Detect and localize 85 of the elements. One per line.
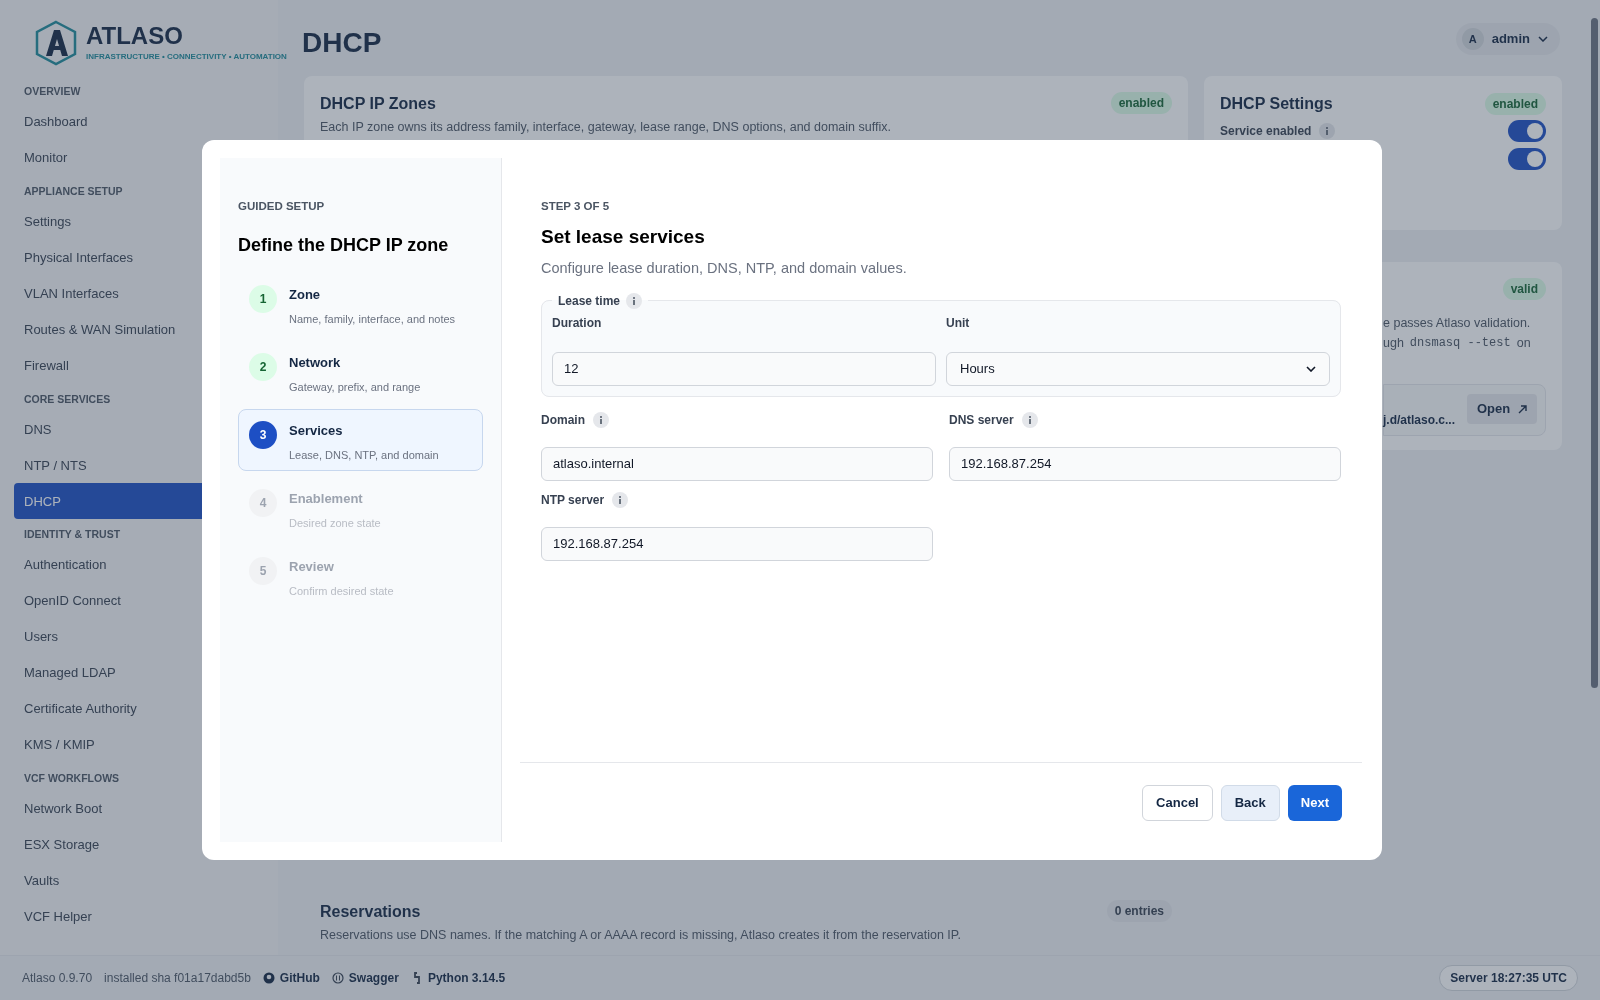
step-number: 3 xyxy=(249,421,277,450)
toggle-switch[interactable] xyxy=(1508,148,1546,170)
field-label: Unit xyxy=(946,314,971,332)
dialog-button[interactable]: Cancel xyxy=(1142,784,1213,821)
step-number: 1 xyxy=(249,285,277,314)
dialog-button[interactable]: Back xyxy=(1220,784,1280,821)
info-icon[interactable] xyxy=(626,292,643,309)
section-description: Configure lease duration, DNS, NTP, and domain values. xyxy=(541,258,908,278)
card-description: Reservations use DNS names. If the matching A or AAAA record is missing, Atlaso creates it from the reservation IP. xyxy=(320,927,962,944)
sidebar-item[interactable]: Dashboard xyxy=(14,103,287,140)
section-heading: IDENTITY & TRUST xyxy=(23,527,122,543)
chevron-down-icon xyxy=(1306,365,1316,372)
step-subtitle: Lease, DNS, NTP, and domain xyxy=(289,447,439,463)
user-menu[interactable]: A admin xyxy=(1455,23,1560,55)
footer-link[interactable]: GitHub xyxy=(262,969,320,987)
step-title: Review xyxy=(289,558,335,577)
section-heading: APPLIANCE SETUP xyxy=(23,183,124,199)
text-field[interactable]: 192.168.87.254 xyxy=(541,526,933,561)
field-label: Domain xyxy=(541,411,585,429)
card-description: Each IP zone owns its address family, interface, gateway, lease range, DNS options, and domain suffix. xyxy=(320,119,891,136)
info-icon[interactable] xyxy=(612,491,629,508)
count-badge: 0 entries xyxy=(1106,900,1172,922)
open-button[interactable]: Open xyxy=(1467,394,1538,424)
step-subtitle: Gateway, prefix, and range xyxy=(289,379,421,395)
unit-select[interactable]: Hours xyxy=(946,351,1330,386)
avatar: A xyxy=(1461,28,1484,50)
dialog-title: Define the DHCP IP zone xyxy=(238,234,450,258)
step-subtitle: Desired zone state xyxy=(289,515,381,531)
section-heading: VCF WORKFLOWS xyxy=(23,771,121,786)
status-badge: enabled xyxy=(1484,93,1546,115)
page-scrollbar[interactable] xyxy=(1591,18,1598,688)
step-title: Zone xyxy=(289,286,322,305)
card-description: e passes Atlaso validation. xyxy=(1383,315,1531,332)
toggle-label: Service enabled xyxy=(1220,123,1312,140)
step-title: Network xyxy=(289,354,342,373)
field-label: NTP server xyxy=(541,491,605,509)
card-description: on xyxy=(1516,335,1531,352)
text-field[interactable]: 192.168.87.254 xyxy=(949,446,1341,481)
text-field[interactable]: 12 xyxy=(552,351,936,386)
page-title: DHCP xyxy=(302,26,382,60)
card-description: ugh xyxy=(1383,335,1404,352)
dialog-button[interactable]: Next xyxy=(1287,784,1342,821)
brand-tagline: INFRASTRUCTURE • CONNECTIVITY • AUTOMATION xyxy=(86,50,287,63)
section-heading: CORE SERVICES xyxy=(23,391,112,407)
toggle-switch[interactable] xyxy=(1508,120,1546,142)
fieldset-legend: Lease time xyxy=(558,291,621,310)
chevron-down-icon xyxy=(1538,36,1548,42)
footer-link[interactable]: Swagger xyxy=(331,969,399,987)
card-title: DHCP IP Zones xyxy=(320,94,437,114)
step-item[interactable]: 3 Services Lease, DNS, NTP, and domain xyxy=(238,409,483,472)
sha-text: installed sha f01a17dabd5b xyxy=(104,970,251,987)
step-title: Enablement xyxy=(289,490,364,509)
info-icon[interactable] xyxy=(593,411,609,428)
version-text: Atlaso 0.9.70 xyxy=(22,970,93,987)
command-text: dnsmasq --test xyxy=(1409,335,1511,352)
brand-name: ATLASO xyxy=(86,23,184,48)
status-badge: enabled xyxy=(1110,92,1172,114)
eyebrow-text: GUIDED SETUP xyxy=(238,199,326,214)
step-subtitle: Confirm desired state xyxy=(289,583,394,599)
step-subtitle: Name, family, interface, and notes xyxy=(289,311,456,327)
step-number: 4 xyxy=(249,489,277,518)
section-title: Set lease services xyxy=(541,225,706,250)
swagger-icon xyxy=(331,972,344,984)
sidebar-item[interactable]: Vaults xyxy=(14,862,287,899)
text-field[interactable]: atlaso.internal xyxy=(541,446,933,481)
field-label: Duration xyxy=(552,314,603,332)
info-icon[interactable] xyxy=(1021,411,1038,428)
step-item[interactable]: 1 Zone Name, family, interface, and notes xyxy=(238,273,483,336)
external-link-icon xyxy=(1518,404,1528,414)
step-counter: STEP 3 OF 5 xyxy=(541,199,611,214)
step-number: 5 xyxy=(249,557,277,586)
step-item[interactable]: 5 Review Confirm desired state xyxy=(238,545,483,608)
field-label: DNS server xyxy=(949,411,1014,429)
logo-icon xyxy=(34,20,78,66)
card-title: Reservations xyxy=(320,902,422,922)
card-title: DHCP Settings xyxy=(1220,94,1333,114)
step-title: Services xyxy=(289,422,344,441)
server-time: Server 18:27:35 UTC xyxy=(1439,965,1578,991)
section-heading: OVERVIEW xyxy=(23,84,82,99)
file-path: j.d/atlaso.c... xyxy=(1383,412,1456,429)
step-number: 2 xyxy=(249,353,277,382)
status-badge: valid xyxy=(1502,278,1546,300)
sidebar-item[interactable]: VCF Helper xyxy=(14,898,287,935)
step-item[interactable]: 2 Network Gateway, prefix, and range xyxy=(238,341,483,404)
footer-link[interactable]: Python 3.14.5 xyxy=(410,969,506,987)
